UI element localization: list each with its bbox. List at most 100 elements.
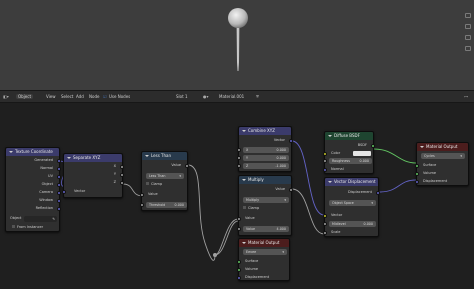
- socket-generated[interactable]: [57, 158, 61, 163]
- displaced-stem: [236, 28, 240, 71]
- socket-displacement-in[interactable]: [415, 179, 419, 184]
- 3d-viewport[interactable]: [0, 0, 474, 90]
- socket-volume-in[interactable]: [237, 267, 241, 272]
- socket-value-in[interactable]: [237, 216, 241, 221]
- node-title[interactable]: Diffuse BSDF: [325, 132, 373, 140]
- input-surface: Surface: [423, 163, 437, 167]
- output-bsdf: BSDF: [357, 143, 367, 147]
- socket-normal-in[interactable]: [323, 167, 327, 172]
- socket-surface-in[interactable]: [237, 259, 241, 264]
- value-field[interactable]: Value 4.000: [243, 226, 289, 232]
- socket-object[interactable]: [57, 182, 61, 187]
- texture-coordinate-node[interactable]: Texture Coordinate Generated Normal UV O…: [5, 147, 61, 232]
- threshold-field[interactable]: Threshold 0.000: [146, 202, 187, 208]
- roughness-field[interactable]: Roughness 0.000: [329, 158, 372, 164]
- menu-add[interactable]: Add: [76, 94, 84, 99]
- node-title[interactable]: Separate XYZ: [64, 154, 122, 162]
- node-editor[interactable]: Texture Coordinate Generated Normal UV O…: [0, 103, 474, 289]
- separate-xyz-node[interactable]: Separate XYZ X Y Z Vector: [62, 153, 124, 198]
- color-swatch[interactable]: [353, 151, 371, 156]
- socket-window[interactable]: [57, 198, 61, 203]
- less-than-node[interactable]: Less Than Value Less Than ▾ Clamp Value T…: [140, 151, 189, 211]
- material-name-field[interactable]: Material.001: [219, 94, 244, 99]
- node-title[interactable]: Less Than: [142, 152, 187, 160]
- socket-displacement-out[interactable]: [376, 190, 380, 195]
- operation-dropdown[interactable]: Less Than ▾: [146, 173, 184, 179]
- diffuse-bsdf-node[interactable]: Diffuse BSDF BSDF Color Roughness 0.000 N…: [323, 131, 375, 174]
- material-output-node-eevee[interactable]: Material Output Eevee ▾ Surface Volume Di…: [237, 238, 290, 281]
- output-vector: Vector: [273, 138, 285, 142]
- vector-displacement-node[interactable]: Vector Displacement Displacement Object …: [323, 177, 380, 237]
- socket-x-in[interactable]: [237, 148, 241, 152]
- clamp-checkbox[interactable]: Clamp: [146, 182, 162, 187]
- socket-uv[interactable]: [57, 174, 61, 179]
- socket-color-in[interactable]: [323, 151, 327, 156]
- object-picker-field[interactable]: ✎: [24, 216, 57, 222]
- multiply-node[interactable]: Multiply Value Multiply ▾ Clamp Value Val…: [237, 175, 293, 236]
- socket-threshold-in[interactable]: [140, 203, 144, 207]
- use-nodes-checkbox-icon[interactable]: ☑: [103, 94, 107, 99]
- socket-displacement-in[interactable]: [237, 275, 241, 280]
- viewport-gizmo-icon[interactable]: [465, 24, 471, 29]
- socket-scale-in[interactable]: [323, 230, 327, 235]
- link-diffuse-surface: [373, 148, 417, 164]
- socket-vector-in[interactable]: [323, 213, 327, 218]
- target-dropdown[interactable]: Cycles ▾: [421, 153, 465, 159]
- material-icon: ●▾: [203, 94, 209, 99]
- pin-icon[interactable]: ⊶: [464, 94, 468, 99]
- z-field[interactable]: Z -1.000: [243, 163, 289, 169]
- socket-normal[interactable]: [57, 166, 61, 171]
- socket-vector-in[interactable]: [62, 189, 66, 194]
- clamp-checkbox[interactable]: Clamp: [243, 206, 259, 211]
- sphere-object: [228, 8, 248, 28]
- socket-y[interactable]: [120, 172, 124, 177]
- node-title[interactable]: Material Output: [239, 239, 289, 247]
- node-title[interactable]: Texture Coordinate: [6, 148, 59, 156]
- node-title[interactable]: Combine XYZ: [239, 127, 291, 135]
- socket-z-in[interactable]: [237, 164, 241, 168]
- x-field[interactable]: X 0.000: [243, 147, 289, 153]
- socket-roughness-in[interactable]: [323, 159, 327, 163]
- viewport-gizmo-icon[interactable]: [465, 35, 471, 40]
- node-title[interactable]: Material Output: [417, 143, 468, 151]
- socket-x[interactable]: [120, 164, 124, 169]
- viewport-gizmo-icon[interactable]: [465, 13, 471, 18]
- socket-bsdf-out[interactable]: [371, 143, 375, 148]
- output-generated: Generated: [34, 158, 53, 162]
- input-normal: Normal: [331, 167, 344, 171]
- socket-value-out[interactable]: [289, 187, 293, 192]
- socket-vector-out[interactable]: [289, 138, 293, 143]
- socket-reflection[interactable]: [57, 206, 61, 211]
- socket-y-in[interactable]: [237, 156, 241, 160]
- material-output-node-cycles[interactable]: Material Output Cycles ▾ Surface Volume D…: [415, 142, 469, 186]
- node-title[interactable]: Vector Displacement: [325, 178, 378, 186]
- input-volume: Volume: [423, 171, 437, 175]
- midlevel-field[interactable]: Midlevel 0.000: [329, 221, 376, 227]
- socket-value2-in[interactable]: [237, 227, 241, 231]
- object-type-dropdown[interactable]: Object: [16, 94, 34, 99]
- slot-dropdown[interactable]: Slot 1: [176, 94, 187, 99]
- operation-dropdown[interactable]: Multiply ▾: [243, 197, 289, 203]
- output-value: Value: [275, 187, 285, 191]
- socket-surface-in[interactable]: [415, 163, 419, 168]
- menu-select[interactable]: Select: [61, 94, 73, 99]
- shield-icon[interactable]: ⛨: [256, 94, 259, 99]
- link-lessthan-multiply: [187, 164, 239, 261]
- menu-view[interactable]: View: [46, 94, 56, 99]
- socket-midlevel-in[interactable]: [323, 222, 327, 226]
- space-dropdown[interactable]: Object Space ▾: [329, 200, 376, 206]
- socket-camera[interactable]: [57, 190, 61, 195]
- from-instancer-checkbox[interactable]: From Instancer: [12, 225, 43, 230]
- socket-z[interactable]: [120, 180, 124, 185]
- menu-node[interactable]: Node: [89, 94, 99, 99]
- editor-type-icon[interactable]: ◧▾: [3, 94, 9, 99]
- input-vector: Vector: [331, 213, 343, 217]
- combine-xyz-node[interactable]: Combine XYZ Vector X 0.000 Y 0.000 Z -1.000: [237, 126, 293, 172]
- socket-volume-in[interactable]: [415, 171, 419, 176]
- y-field[interactable]: Y 0.000: [243, 155, 289, 161]
- target-dropdown[interactable]: Eevee ▾: [243, 249, 287, 255]
- node-title[interactable]: Multiply: [239, 176, 291, 184]
- socket-value-out[interactable]: [185, 163, 189, 168]
- socket-value-in[interactable]: [140, 192, 144, 197]
- viewport-gizmo-icon[interactable]: [465, 46, 471, 51]
